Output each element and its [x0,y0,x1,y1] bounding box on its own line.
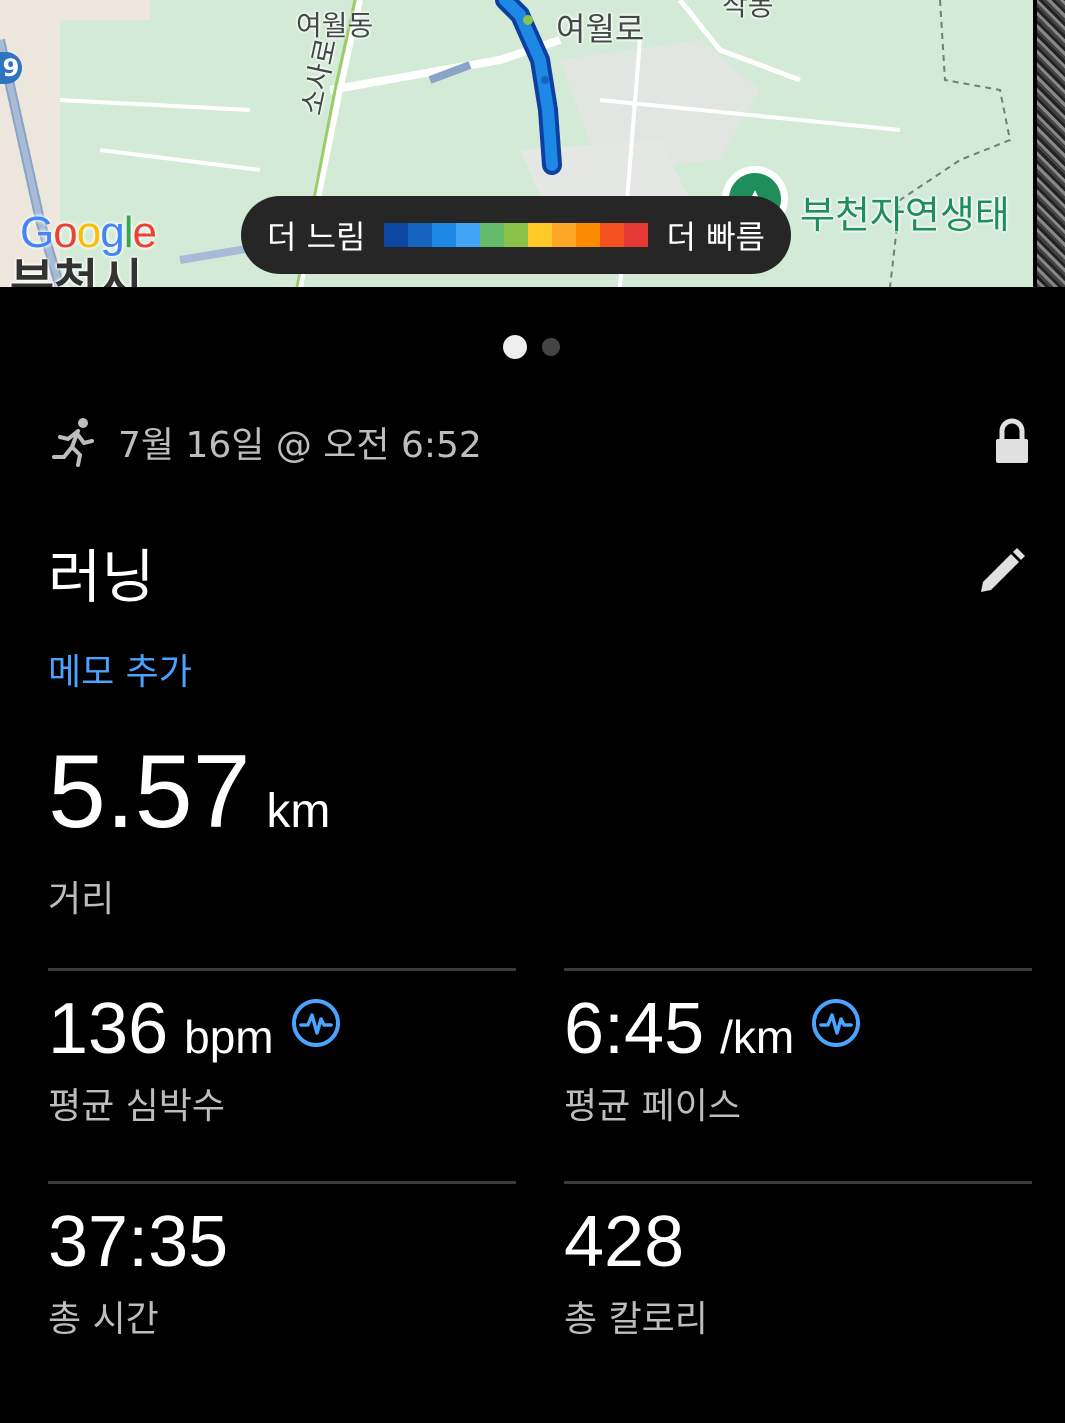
speed-legend-segment [480,223,504,247]
heart-rate-chart-icon[interactable] [290,997,342,1049]
map-label-poi[interactable]: 부천자연생태 [800,184,1010,239]
google-logo-letter: e [132,208,157,257]
speed-legend-segment [456,223,480,247]
total-time-label: 총 시간 [48,1299,159,1340]
pace-unit: /km [720,1011,795,1063]
stat-heart-rate[interactable]: 136 bpm 평균 심박수 [48,968,516,1129]
map-label-yeowol-ro: 여월로 [556,10,645,48]
total-time-value: 37:35 [48,1202,229,1282]
map-label-jak-dong: 작동 [722,0,774,22]
page-indicator[interactable] [0,335,1065,359]
activity-datetime: 7월 16일 @ 오전 6:52 [118,425,482,466]
side-edge-texture [1037,0,1065,287]
lock-icon[interactable] [992,417,1032,467]
speed-legend-segment [600,223,624,247]
distance-value-row: 5.57 km [48,740,330,844]
speed-legend-segment [576,223,600,247]
activity-title: 러닝 [48,543,155,611]
google-logo-letter: o [76,208,102,257]
speed-legend-segment [384,223,408,247]
pace-label: 평균 페이스 [564,1086,742,1127]
google-logo-letter: g [100,208,125,257]
google-logo: Google [20,208,157,258]
activity-meta-row: 7월 16일 @ 오전 6:52 [50,412,1032,472]
page-dot[interactable] [502,335,527,359]
heart-rate-value: 136 [48,989,169,1069]
heart-rate-label: 평균 심박수 [48,1086,226,1127]
route-map[interactable]: 여월동 여월로 작동 소사로 부천시 9 ▲ 부천자연생태 Google 더 느… [0,0,1033,287]
speed-legend: 더 느림 더 빠름 [241,196,791,274]
google-logo-letter: o [53,208,78,257]
calories-label: 총 칼로리 [564,1299,708,1340]
pace-chart-icon[interactable] [810,997,862,1049]
speed-legend-faster-label: 더 빠름 [666,218,766,256]
distance-label: 거리 [48,879,115,920]
google-logo-letter: G [20,208,54,257]
heart-rate-unit: bpm [184,1011,274,1063]
add-memo-link[interactable]: 메모 추가 [48,643,192,695]
speed-legend-slower-label: 더 느림 [267,218,366,256]
stat-total-time: 37:35 총 시간 [48,1181,516,1342]
pace-value: 6:45 [564,989,705,1069]
speed-legend-segment [432,223,456,247]
speed-legend-segment [408,223,432,247]
speed-legend-segment [624,223,648,247]
activity-title-row: 러닝 [48,530,1029,614]
stat-pace[interactable]: 6:45 /km 평균 페이스 [564,968,1032,1129]
speed-legend-segment [528,223,552,247]
speed-legend-segment [552,223,576,247]
speed-legend-color-bar [384,223,648,247]
distance-unit: km [266,785,331,838]
distance-value: 5.57 [48,734,251,850]
edit-pencil-icon[interactable] [973,544,1029,600]
route-number-badge: 9 [0,52,22,84]
speed-legend-segment [504,223,528,247]
running-person-icon [52,418,94,467]
calories-value: 428 [564,1202,685,1282]
page-dot[interactable] [541,338,560,356]
stat-total-calories: 428 총 칼로리 [564,1181,1032,1342]
